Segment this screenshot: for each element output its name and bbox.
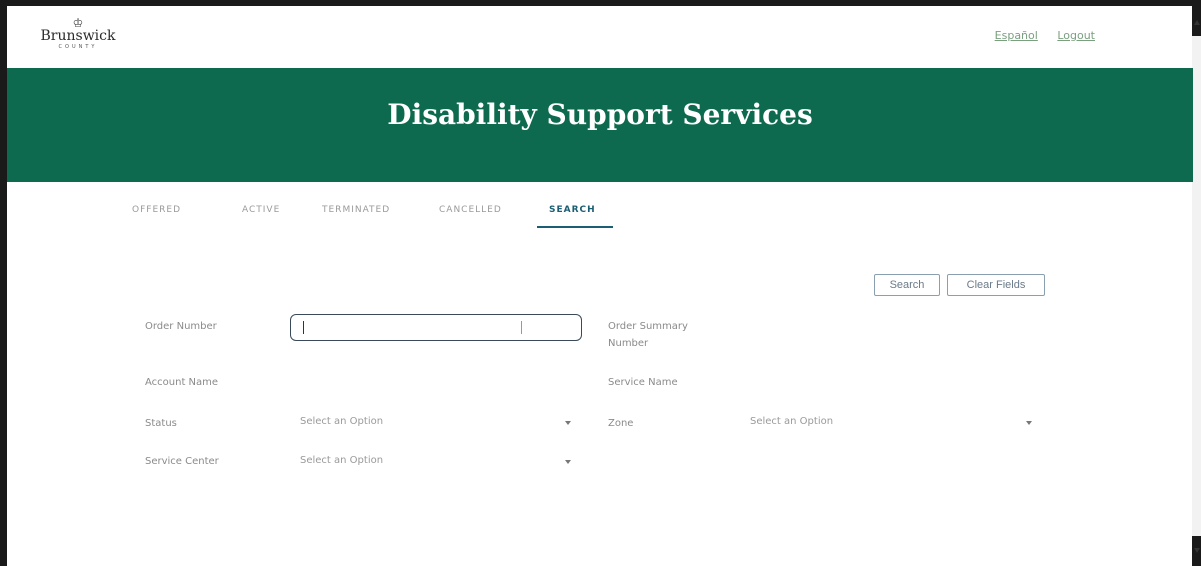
service-center-label: Service Center	[145, 456, 219, 467]
chevron-down-icon	[565, 460, 571, 464]
tab-offered[interactable]: OFFERED	[132, 205, 181, 215]
search-button[interactable]: Search	[874, 274, 940, 296]
status-select[interactable]: Select an Option	[300, 416, 575, 432]
order-summary-label-line2: Number	[608, 338, 649, 349]
tab-search[interactable]: SEARCH	[549, 205, 596, 215]
crown-icon: ♔	[72, 16, 84, 30]
zone-select-value: Select an Option	[750, 416, 834, 427]
scrollbar[interactable]	[1192, 0, 1201, 566]
top-links: Español Logout	[979, 29, 1095, 42]
order-number-label: Order Number	[145, 321, 217, 332]
text-cursor-ghost	[521, 321, 522, 334]
service-center-select[interactable]: Select an Option	[300, 455, 575, 471]
chevron-down-icon	[1026, 421, 1032, 425]
order-summary-label-line1: Order Summary	[608, 321, 688, 332]
status-label: Status	[145, 418, 177, 429]
logout-link[interactable]: Logout	[1057, 29, 1095, 42]
logo-subtitle: COUNTY	[58, 44, 98, 50]
service-name-label: Service Name	[608, 377, 678, 388]
status-select-value: Select an Option	[300, 416, 384, 427]
page-banner: Disability Support Services	[7, 68, 1193, 182]
logo-wordmark: Brunswick	[40, 28, 116, 44]
scroll-up-icon[interactable]	[1194, 20, 1200, 25]
text-cursor	[303, 321, 304, 334]
tab-cancelled[interactable]: CANCELLED	[439, 205, 502, 215]
service-center-select-value: Select an Option	[300, 455, 384, 466]
order-number-input[interactable]	[290, 314, 582, 341]
scrollbar-thumb[interactable]	[1192, 36, 1201, 536]
clear-fields-button[interactable]: Clear Fields	[947, 274, 1045, 296]
zone-label: Zone	[608, 418, 634, 429]
zone-select[interactable]: Select an Option	[750, 416, 1035, 432]
county-logo[interactable]: ♔ Brunswick COUNTY	[33, 16, 123, 58]
order-summary-label: Order Summary Number	[608, 321, 688, 349]
active-tab-indicator	[537, 226, 613, 228]
language-link[interactable]: Español	[995, 29, 1038, 42]
page-title: Disability Support Services	[387, 98, 813, 131]
account-name-label: Account Name	[145, 377, 219, 388]
chevron-down-icon	[565, 421, 571, 425]
scroll-down-icon[interactable]	[1194, 548, 1200, 553]
tab-terminated[interactable]: TERMINATED	[322, 205, 390, 215]
tab-active[interactable]: ACTIVE	[242, 205, 280, 215]
